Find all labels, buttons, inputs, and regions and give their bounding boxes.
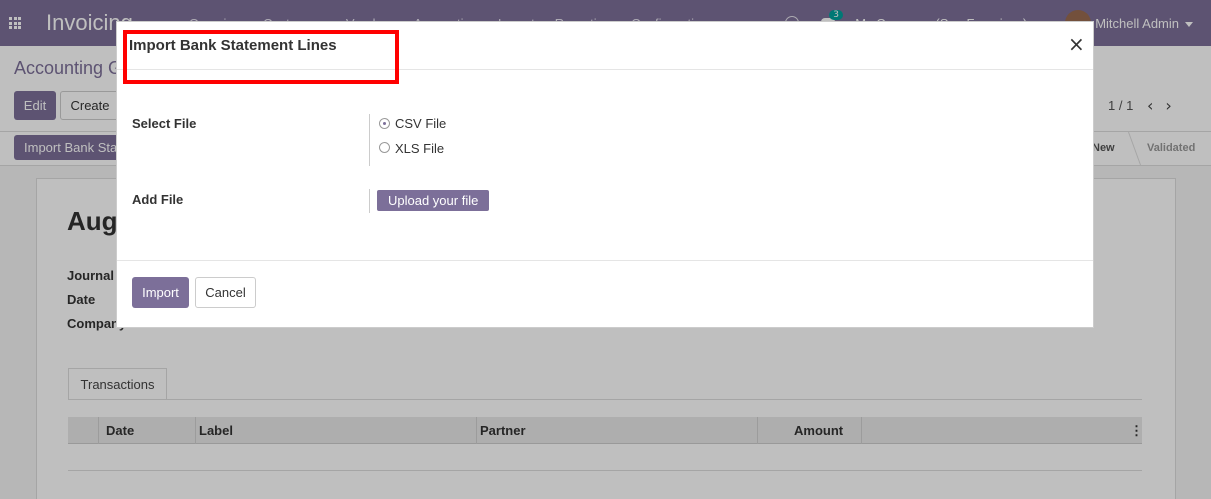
select-file-label: Select File	[132, 116, 197, 131]
highlight-box	[123, 30, 399, 84]
cancel-button[interactable]: Cancel	[195, 277, 256, 308]
field-divider	[369, 114, 370, 166]
csv-option-label[interactable]: CSV File	[395, 116, 446, 131]
import-dialog: Import Bank Statement Lines × Select Fil…	[116, 21, 1094, 328]
dialog-footer-divider	[117, 260, 1093, 261]
csv-radio[interactable]	[379, 118, 390, 129]
upload-file-button[interactable]: Upload your file	[377, 190, 490, 211]
xls-option-label[interactable]: XLS File	[395, 141, 444, 156]
import-button[interactable]: Import	[132, 277, 189, 308]
xls-radio[interactable]	[379, 142, 390, 153]
field-divider	[369, 189, 370, 213]
close-icon[interactable]: ×	[1068, 32, 1085, 56]
add-file-label: Add File	[132, 192, 184, 207]
